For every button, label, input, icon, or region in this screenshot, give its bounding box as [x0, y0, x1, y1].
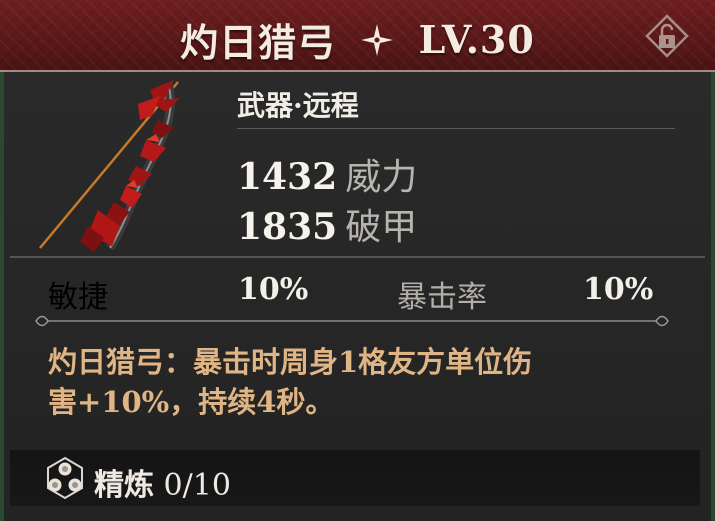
refine-hex-icon: [47, 456, 83, 500]
skill-description: 灼日猎弓：暴击时周身1格友方单位伤 害+10%，持续4秒。: [48, 342, 658, 422]
description-line: 害+10%，持续4秒。: [48, 385, 335, 419]
unlock-icon[interactable]: [645, 14, 689, 58]
stat-label: 破甲: [345, 207, 418, 248]
item-title: 灼日猎弓 LV.30: [0, 12, 715, 67]
description-line: 灼日猎弓：暴击时周身1格友方单位伤: [48, 345, 533, 379]
stat-power: 1432 威力: [237, 148, 417, 200]
refine-label: 精炼: [94, 468, 154, 503]
right-edge: [711, 0, 715, 521]
stat-armor-pierce: 1835 破甲: [237, 198, 417, 250]
stat-value: 1835: [237, 206, 338, 248]
weapon-type: 武器·远程: [237, 89, 359, 122]
ornament-divider: [35, 315, 669, 327]
type-divider: [237, 128, 675, 129]
stat-label: 威力: [345, 157, 418, 198]
refine-status: 精炼 0/10: [94, 460, 231, 504]
attr-value-crit-rate: 10%: [583, 272, 654, 307]
section-divider: [10, 256, 705, 258]
stat-value: 1432: [237, 156, 338, 198]
item-tooltip-card: 灼日猎弓 LV.30 武器·远程 1432 威力 1835 破甲 敏捷 10% …: [0, 0, 715, 521]
item-name: 灼日猎弓: [180, 20, 337, 65]
item-header: 灼日猎弓 LV.30: [0, 0, 715, 72]
attr-value-agility: 10%: [238, 272, 309, 307]
refine-value: 0/10: [163, 468, 231, 503]
four-point-star-icon: [361, 23, 394, 56]
crimson-bow-icon: [39, 80, 180, 252]
left-edge: [0, 0, 4, 521]
item-level: LV.30: [418, 17, 535, 62]
